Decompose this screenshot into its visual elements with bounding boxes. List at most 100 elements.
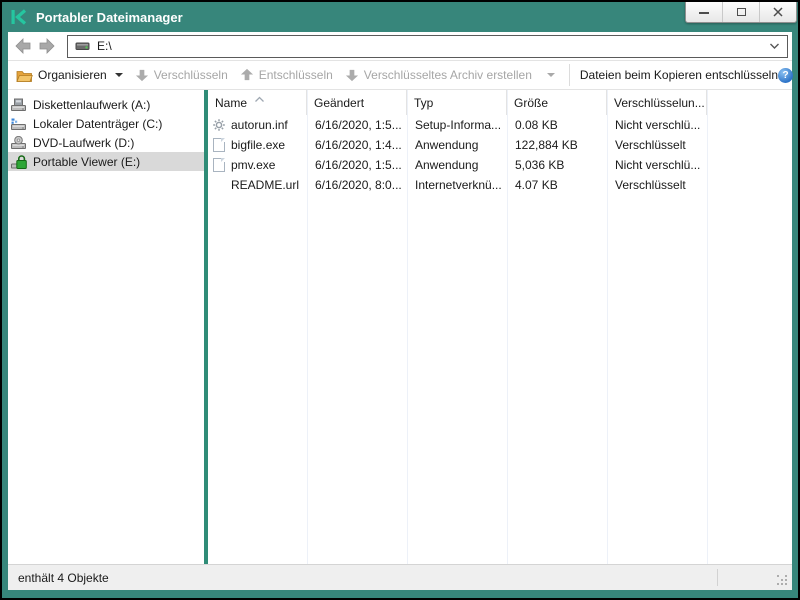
column-header-3[interactable]: Typ bbox=[407, 90, 507, 115]
archive-caret-icon bbox=[547, 73, 555, 77]
maximize-icon bbox=[737, 8, 746, 16]
file-name: autorun.inf bbox=[231, 118, 288, 132]
column-header-filler bbox=[707, 90, 792, 115]
file-icon bbox=[212, 158, 226, 172]
column-grid-line bbox=[607, 90, 608, 564]
floppy-drive-icon bbox=[10, 98, 27, 112]
none bbox=[212, 178, 226, 192]
organize-label: Organisieren bbox=[38, 68, 107, 82]
cell-modified: 6/16/2020, 8:0... bbox=[307, 178, 407, 192]
cell-encryption: Nicht verschlü... bbox=[607, 118, 707, 132]
app-window: Portabler Dateimanager bbox=[0, 0, 800, 600]
encrypt-label: Verschlüsseln bbox=[154, 68, 228, 82]
file-row[interactable]: README.url 6/16/2020, 8:0...Internetverkn… bbox=[208, 175, 792, 195]
cell-encryption: Verschlüsselt bbox=[607, 178, 707, 192]
cell-modified: 6/16/2020, 1:4... bbox=[307, 138, 407, 152]
sort-ascending-icon bbox=[254, 92, 265, 106]
cell-size: 4.07 KB bbox=[507, 178, 607, 192]
file-list-pane: NameGeändertTypGrößeVerschlüsselun... au… bbox=[208, 90, 792, 564]
address-bar[interactable]: E:\ bbox=[67, 35, 788, 58]
toolbar-separator bbox=[569, 64, 570, 86]
cell-type: Anwendung bbox=[407, 138, 507, 152]
file-list-body: autorun.inf 6/16/2020, 1:5...Setup-Inform… bbox=[208, 115, 792, 195]
forward-arrow-icon bbox=[38, 37, 56, 55]
drive-icon bbox=[75, 40, 91, 52]
cell-modified: 6/16/2020, 1:5... bbox=[307, 118, 407, 132]
drive-label: Lokaler Datenträger (C:) bbox=[33, 117, 162, 131]
decrypt-on-copy-label: Dateien beim Kopieren entschlüsseln bbox=[580, 68, 778, 82]
cell-name: bigfile.exe bbox=[208, 138, 307, 152]
file-name: pmv.exe bbox=[231, 158, 275, 172]
encrypted-drive-icon bbox=[10, 155, 27, 169]
decrypt-button[interactable]: Entschlüsseln bbox=[240, 68, 333, 82]
file-icon bbox=[212, 138, 226, 152]
decrypt-arrow-icon bbox=[240, 68, 254, 82]
file-row[interactable]: bigfile.exe 6/16/2020, 1:4...Anwendung122… bbox=[208, 135, 792, 155]
minimize-button[interactable] bbox=[686, 2, 722, 22]
setup-information-icon bbox=[212, 118, 226, 132]
status-text: enthält 4 Objekte bbox=[18, 571, 109, 585]
cell-type: Internetverknü... bbox=[407, 178, 507, 192]
drive-label: Portable Viewer (E:) bbox=[33, 155, 140, 169]
close-icon bbox=[773, 7, 783, 17]
column-header-2[interactable]: Geändert bbox=[307, 90, 407, 115]
cell-type: Anwendung bbox=[407, 158, 507, 172]
address-text: E:\ bbox=[97, 39, 112, 53]
forward-button[interactable] bbox=[35, 35, 59, 57]
column-header-4[interactable]: Größe bbox=[507, 90, 607, 115]
folder-icon bbox=[16, 68, 33, 83]
window-title: Portabler Dateimanager bbox=[36, 10, 183, 25]
cell-size: 5,036 KB bbox=[507, 158, 607, 172]
sidebar-item-drive-a[interactable]: Diskettenlaufwerk (A:) bbox=[8, 95, 204, 114]
encrypt-button[interactable]: Verschlüsseln bbox=[135, 68, 228, 82]
cell-encryption: Nicht verschlü... bbox=[607, 158, 707, 172]
column-grid-line bbox=[707, 90, 708, 564]
archive-arrow-icon bbox=[345, 68, 359, 82]
cell-encryption: Verschlüsselt bbox=[607, 138, 707, 152]
sidebar-item-drive-e[interactable]: Portable Viewer (E:) bbox=[8, 152, 204, 171]
file-row[interactable]: pmv.exe6/16/2020, 1:5...Anwendung5,036 K… bbox=[208, 155, 792, 175]
kaspersky-logo-icon bbox=[10, 8, 28, 26]
decrypt-label: Entschlüsseln bbox=[259, 68, 333, 82]
back-arrow-icon bbox=[14, 37, 32, 55]
window-controls bbox=[685, 2, 797, 23]
help-icon[interactable]: ? bbox=[778, 68, 793, 83]
window-content: E:\ Organisieren Verschlüs bbox=[8, 32, 792, 590]
status-bar: enthält 4 Objekte bbox=[8, 564, 792, 590]
column-header-5[interactable]: Verschlüsselun... bbox=[607, 90, 707, 115]
cell-name: README.url bbox=[208, 178, 307, 192]
resize-grip[interactable] bbox=[777, 575, 789, 587]
column-grid-line bbox=[407, 90, 408, 564]
navigation-bar: E:\ bbox=[8, 32, 792, 61]
cell-size: 122,884 KB bbox=[507, 138, 607, 152]
drive-label: DVD-Laufwerk (D:) bbox=[33, 136, 134, 150]
cell-name: pmv.exe bbox=[208, 158, 307, 172]
back-button[interactable] bbox=[11, 35, 35, 57]
column-grid-line bbox=[507, 90, 508, 564]
title-bar: Portabler Dateimanager bbox=[2, 2, 798, 32]
file-row[interactable]: autorun.inf 6/16/2020, 1:5...Setup-Inform… bbox=[208, 115, 792, 135]
file-list-header: NameGeändertTypGrößeVerschlüsselun... bbox=[208, 90, 792, 115]
cell-type: Setup-Informa... bbox=[407, 118, 507, 132]
hard-drive-icon bbox=[10, 117, 27, 131]
file-name: README.url bbox=[231, 178, 299, 192]
organize-caret-icon bbox=[115, 73, 123, 77]
toolbar: Organisieren Verschlüsseln Entschlüsseln bbox=[8, 61, 792, 90]
minimize-icon bbox=[699, 11, 709, 14]
maximize-button[interactable] bbox=[722, 2, 759, 22]
encrypt-arrow-icon bbox=[135, 68, 149, 82]
file-name: bigfile.exe bbox=[231, 138, 285, 152]
create-encrypted-archive-button[interactable]: Verschlüsseltes Archiv erstellen bbox=[345, 68, 555, 82]
close-button[interactable] bbox=[759, 2, 796, 22]
drive-label: Diskettenlaufwerk (A:) bbox=[33, 98, 150, 112]
decrypt-on-copy-option[interactable]: Dateien beim Kopieren entschlüsseln bbox=[580, 68, 778, 82]
create-archive-label: Verschlüsseltes Archiv erstellen bbox=[364, 68, 532, 82]
address-dropdown-icon[interactable] bbox=[769, 42, 780, 50]
column-grid-line bbox=[307, 90, 308, 564]
sidebar-item-drive-c[interactable]: Lokaler Datenträger (C:) bbox=[8, 114, 204, 133]
cell-size: 0.08 KB bbox=[507, 118, 607, 132]
cell-name: autorun.inf bbox=[208, 118, 307, 132]
sidebar-item-drive-d[interactable]: DVD-Laufwerk (D:) bbox=[8, 133, 204, 152]
drive-list: Diskettenlaufwerk (A:) Lokaler Datenträge… bbox=[8, 90, 204, 564]
organize-button[interactable]: Organisieren bbox=[16, 68, 123, 83]
